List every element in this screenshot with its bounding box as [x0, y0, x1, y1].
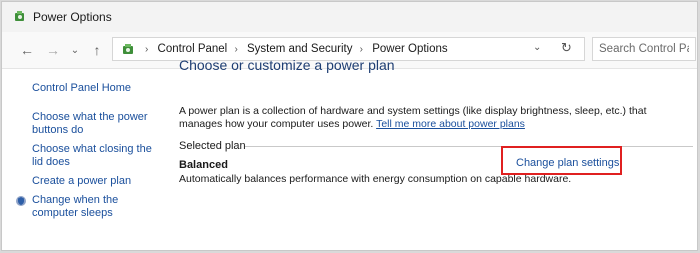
tell-me-more-link[interactable]: Tell me more about power plans	[376, 118, 525, 130]
control-panel-icon	[123, 44, 133, 54]
breadcrumb-separator-icon: ›	[145, 44, 149, 55]
breadcrumb-separator-icon: ›	[234, 44, 238, 55]
sidebar-item-create-plan[interactable]: Create a power plan	[32, 175, 162, 188]
back-arrow-icon: ←	[20, 42, 34, 58]
sidebar-item-computer-sleeps[interactable]: Change when the computer sleeps	[32, 194, 162, 220]
sidebar-row-sleep: Change when the computer sleeps	[16, 194, 162, 220]
selected-plan-label: Selected plan	[179, 140, 246, 152]
sidebar: Control Panel Home Choose what the power…	[16, 82, 162, 226]
sidebar-item-control-panel-home[interactable]: Control Panel Home	[32, 82, 162, 95]
breadcrumb-system-and-security[interactable]: System and Security	[247, 43, 352, 55]
breadcrumb-separator-icon: ›	[359, 44, 363, 55]
chevron-down-icon: ⌄	[70, 44, 80, 56]
breadcrumb-power-options[interactable]: Power Options	[372, 43, 447, 55]
title-bar: Power Options	[2, 2, 697, 32]
breadcrumb-control-panel[interactable]: Control Panel	[158, 43, 228, 55]
power-options-icon	[15, 11, 24, 21]
page-title: Choose or customize a power plan	[179, 57, 395, 73]
up-arrow-icon: ↑	[93, 42, 101, 58]
forward-button[interactable]: →	[44, 41, 62, 59]
back-button[interactable]: ←	[18, 41, 36, 59]
recent-locations-button[interactable]: ⌄	[66, 41, 84, 59]
plan-name: Balanced	[179, 159, 228, 171]
change-plan-settings-link[interactable]: Change plan settings	[516, 157, 619, 169]
up-button[interactable]: ↑	[88, 41, 106, 59]
shield-icon	[16, 196, 26, 206]
breadcrumb: › Control Panel › System and Security › …	[141, 43, 448, 55]
power-options-window: Power Options ← → ⌄ ↑ › Control Panel › …	[1, 1, 698, 251]
refresh-icon[interactable]: ↻	[561, 40, 572, 56]
page-description: A power plan is a collection of hardware…	[179, 105, 649, 131]
sidebar-item-power-buttons[interactable]: Choose what the power buttons do	[32, 111, 162, 137]
search-input[interactable]	[593, 38, 695, 60]
window-title: Power Options	[33, 10, 112, 24]
search-box[interactable]	[592, 37, 696, 61]
sidebar-item-closing-lid[interactable]: Choose what closing the lid does	[32, 143, 162, 169]
forward-arrow-icon: →	[46, 42, 60, 58]
address-dropdown-icon[interactable]: ⌄	[533, 42, 541, 53]
section-divider	[245, 146, 693, 147]
